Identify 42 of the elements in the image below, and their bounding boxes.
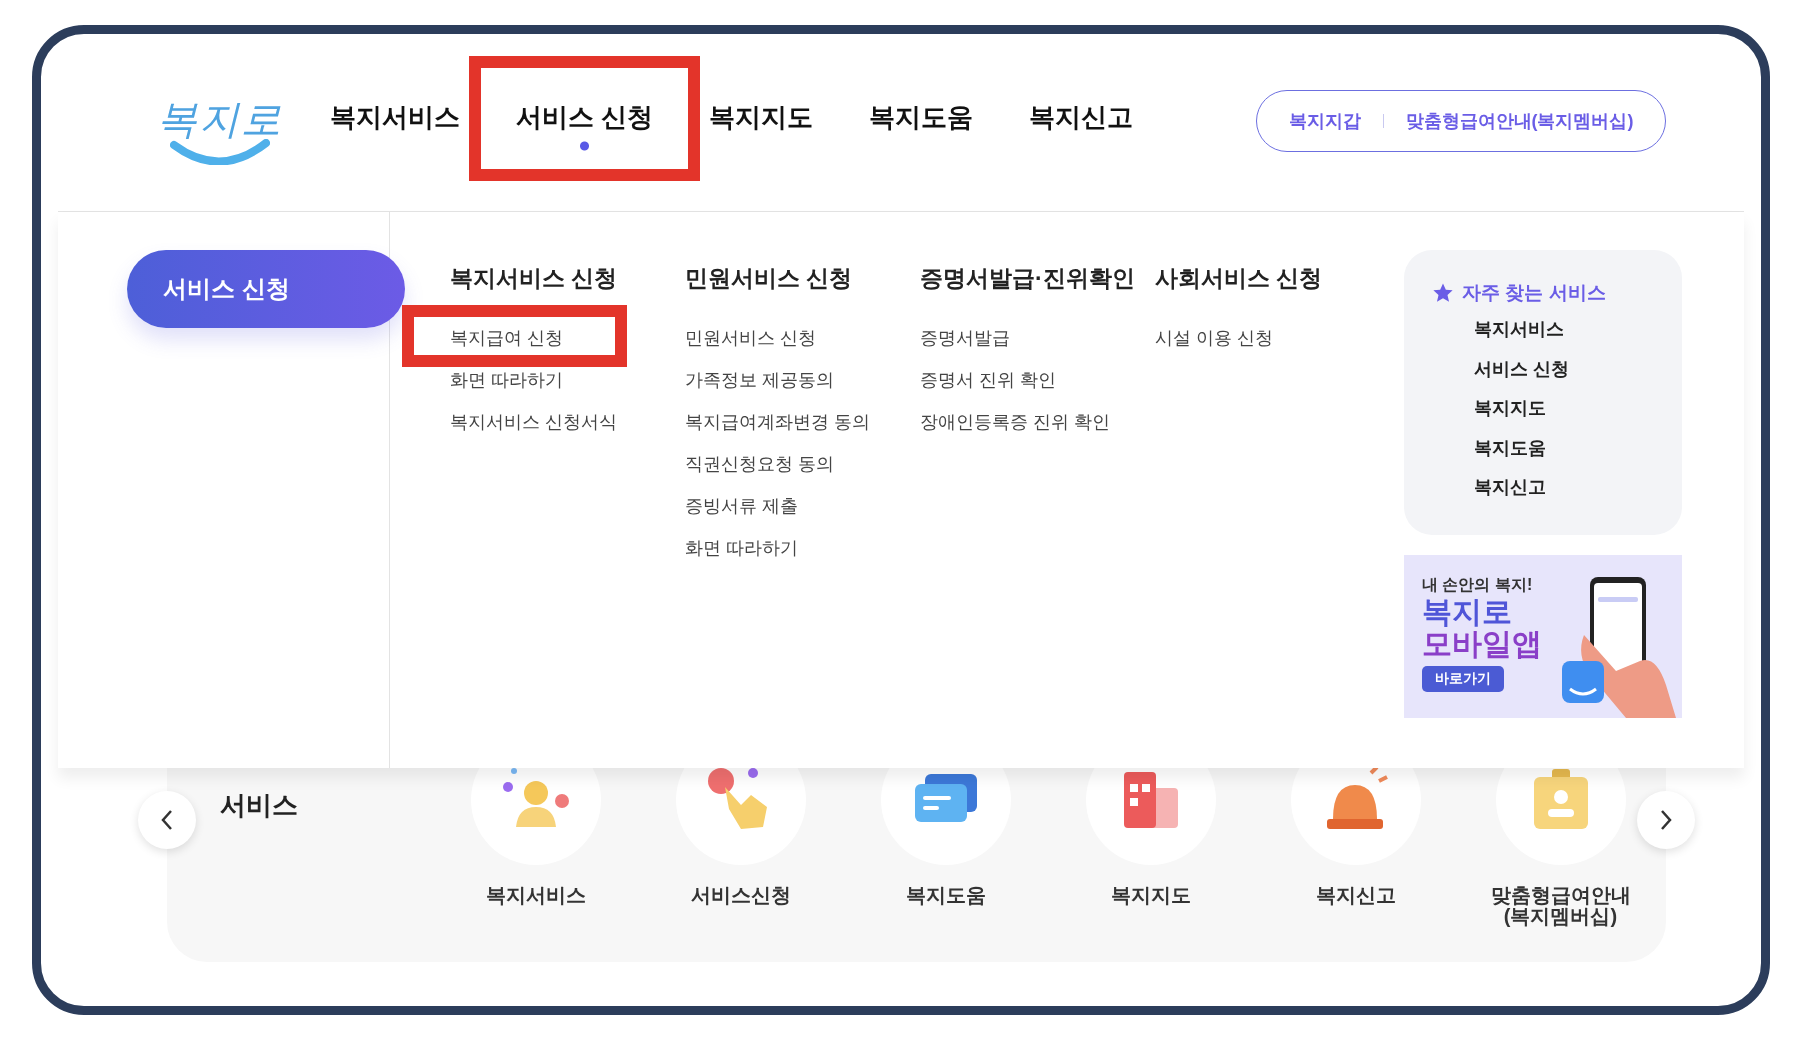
menu-link[interactable]: 증빙서류 제출 <box>685 494 798 518</box>
column-heading: 복지서비스 신청 <box>450 264 619 293</box>
chevron-left-icon <box>160 809 174 831</box>
banner-headline: 복지로 <box>1422 596 1513 628</box>
smile-icon <box>170 138 270 165</box>
banner-headline: 모바일앱 <box>1422 628 1542 660</box>
nav-item[interactable]: 복지신고 <box>1029 94 1134 151</box>
quick-link[interactable]: 맞춤형급여안내(복지멤버십) <box>1405 108 1634 133</box>
banner-tagline: 내 손안의 복지! <box>1422 575 1534 595</box>
menu-link[interactable]: 복지급여계좌변경 동의 <box>685 410 870 434</box>
nav-item[interactable]: 복지서비스 <box>330 94 460 151</box>
menu-link[interactable]: 민원서비스 신청 <box>685 326 816 350</box>
menu-title: 서비스 신청 <box>127 250 405 328</box>
favorite-link[interactable]: 복지서비스 <box>1474 310 1682 350</box>
menu-link[interactable]: 복지서비스 신청서식 <box>450 410 617 434</box>
favorite-link[interactable]: 서비스 신청 <box>1474 349 1682 389</box>
next-button[interactable] <box>1637 791 1695 849</box>
nav-item[interactable]: 복지지도 <box>709 94 814 151</box>
favorite-link[interactable]: 복지도움 <box>1474 428 1682 468</box>
app-banner[interactable]: 내 손안의 복지! 복지로 모바일앱 바로가기 <box>1404 555 1682 718</box>
menu-link[interactable]: 장애인등록증 진위 확인 <box>920 410 1110 434</box>
menu-link[interactable]: 시설 이용 신청 <box>1155 326 1273 350</box>
quick-link[interactable]: 복지지갑 <box>1288 108 1361 133</box>
previous-button[interactable] <box>138 791 196 849</box>
menu-link[interactable]: 화면 따라하기 <box>450 368 563 392</box>
menu-link[interactable]: 증명서발급 <box>920 326 1010 350</box>
menu-link[interactable]: 가족정보 제공동의 <box>685 368 834 392</box>
nav-item[interactable]: 복지도움 <box>869 94 974 151</box>
banner-button[interactable]: 바로가기 <box>1422 666 1504 692</box>
favorite-link[interactable]: 복지신고 <box>1474 468 1682 508</box>
column-heading: 사회서비스 신청 <box>1155 264 1324 293</box>
favorites-title: 자주 찾는 서비스 <box>1462 281 1606 305</box>
star-icon <box>1432 282 1454 304</box>
chevron-right-icon <box>1659 809 1673 831</box>
section-title: 서비스 <box>220 790 298 820</box>
column-heading: 민원서비스 신청 <box>685 264 854 293</box>
favorite-link[interactable]: 복지지도 <box>1474 389 1682 429</box>
column-heading: 증명서발급·진위확인 <box>920 264 1136 293</box>
menu-link[interactable]: 화면 따라하기 <box>685 536 798 560</box>
menu-link[interactable]: 복지급여 신청 <box>450 326 563 350</box>
menu-link[interactable]: 증명서 진위 확인 <box>920 368 1056 392</box>
menu-link[interactable]: 직권신청요청 동의 <box>685 452 834 476</box>
